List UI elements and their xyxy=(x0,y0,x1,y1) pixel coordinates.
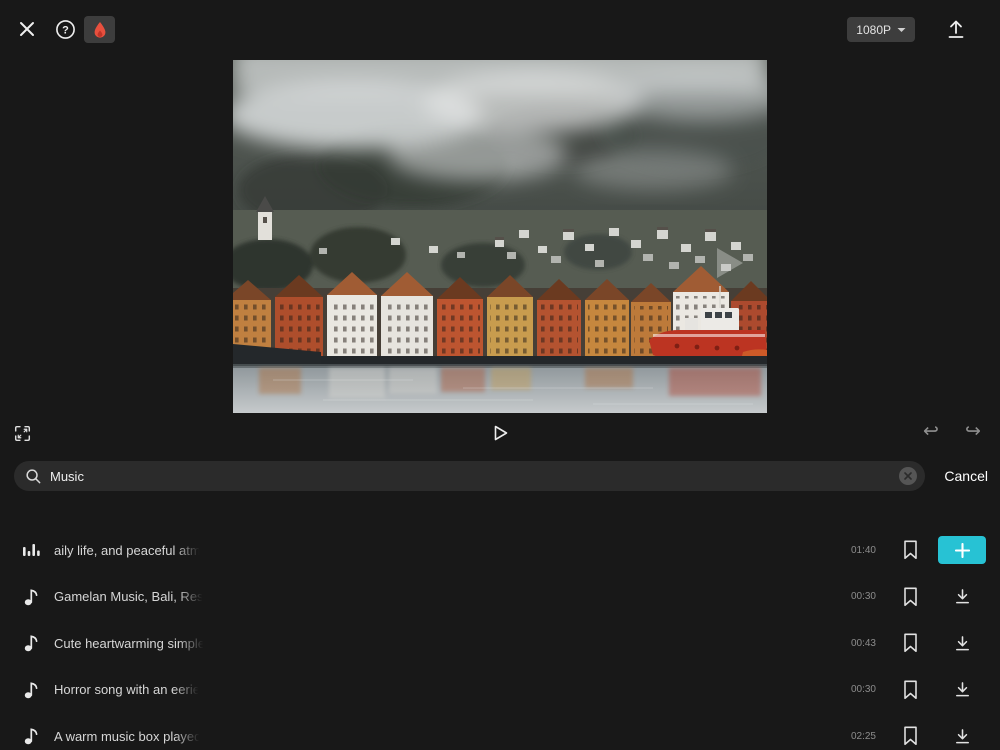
bookmark-icon xyxy=(901,632,920,654)
search-bar[interactable] xyxy=(14,461,925,491)
music-note-icon xyxy=(20,679,42,701)
bookmark-button[interactable] xyxy=(898,585,922,609)
bookmark-icon xyxy=(901,539,920,561)
equalizer-icon xyxy=(20,539,42,561)
resolution-label: 1080P xyxy=(856,22,891,37)
x-circle-icon xyxy=(904,472,912,480)
bookmark-button[interactable] xyxy=(898,631,922,655)
caret-down-icon xyxy=(897,27,906,33)
music-list-item[interactable]: A warm music box played 02:25 xyxy=(0,713,1000,750)
music-list-item[interactable]: Horror song with an eerie 00:30 xyxy=(0,667,1000,714)
download-icon xyxy=(952,633,973,654)
bookmark-button[interactable] xyxy=(898,538,922,562)
track-title: Cute heartwarming simple xyxy=(54,635,206,651)
undo-icon: ↩ xyxy=(923,421,939,442)
flame-icon xyxy=(92,21,108,39)
track-duration: 00:30 xyxy=(850,684,876,696)
video-preview[interactable] xyxy=(233,60,767,413)
music-list-item[interactable]: Cute heartwarming simple 00:43 xyxy=(0,620,1000,667)
track-duration: 02:25 xyxy=(850,730,876,742)
download-button[interactable] xyxy=(950,724,974,748)
track-title: Horror song with an eerie xyxy=(54,682,200,698)
search-input[interactable] xyxy=(50,468,899,484)
upload-icon xyxy=(944,17,968,41)
music-list-item[interactable]: aily life, and peaceful atm 01:40 xyxy=(0,527,1000,574)
track-duration: 01:40 xyxy=(850,544,876,556)
svg-text:?: ? xyxy=(62,24,69,36)
track-duration: 00:43 xyxy=(850,637,876,649)
track-title: A warm music box played xyxy=(54,728,202,744)
play-icon xyxy=(490,423,510,443)
download-icon xyxy=(952,586,973,607)
export-button[interactable] xyxy=(943,16,969,42)
ghost-play-icon xyxy=(715,246,745,280)
bookmark-icon xyxy=(901,679,920,701)
bookmark-icon xyxy=(901,586,920,608)
download-button[interactable] xyxy=(950,631,974,655)
top-bar: ? 1080P xyxy=(0,0,1000,58)
music-list: aily life, and peaceful atm 01:40 Gamela… xyxy=(0,527,1000,750)
video-frame-image xyxy=(233,60,767,413)
bookmark-button[interactable] xyxy=(898,724,922,748)
help-icon: ? xyxy=(55,19,76,40)
search-icon xyxy=(25,468,42,485)
music-list-item[interactable]: Gamelan Music, Bali, Res 00:30 xyxy=(0,574,1000,621)
fullscreen-icon xyxy=(14,425,31,442)
track-duration: 00:30 xyxy=(850,591,876,603)
track-title: aily life, and peaceful atm xyxy=(54,542,201,558)
track-title: Gamelan Music, Bali, Res xyxy=(54,589,204,605)
bookmark-icon xyxy=(901,725,920,747)
close-button[interactable] xyxy=(16,18,38,40)
music-note-icon xyxy=(20,586,42,608)
download-button[interactable] xyxy=(950,585,974,609)
plus-icon xyxy=(954,542,970,558)
undo-button[interactable]: ↩ xyxy=(920,420,942,444)
download-icon xyxy=(952,679,973,700)
help-button[interactable]: ? xyxy=(54,18,76,40)
play-button[interactable] xyxy=(489,422,511,444)
resolution-dropdown[interactable]: 1080P xyxy=(847,17,915,42)
cancel-button[interactable]: Cancel xyxy=(944,461,988,491)
bookmark-button[interactable] xyxy=(898,678,922,702)
redo-button[interactable]: ↪ xyxy=(962,420,984,444)
add-button[interactable] xyxy=(938,536,986,565)
trending-button[interactable] xyxy=(84,16,115,43)
music-note-icon xyxy=(20,632,42,654)
download-button[interactable] xyxy=(950,678,974,702)
clear-search-button[interactable] xyxy=(899,467,917,485)
redo-icon: ↪ xyxy=(965,421,981,442)
close-icon xyxy=(17,19,37,39)
download-icon xyxy=(952,726,973,747)
fullscreen-button[interactable] xyxy=(13,424,31,442)
music-note-icon xyxy=(20,725,42,747)
